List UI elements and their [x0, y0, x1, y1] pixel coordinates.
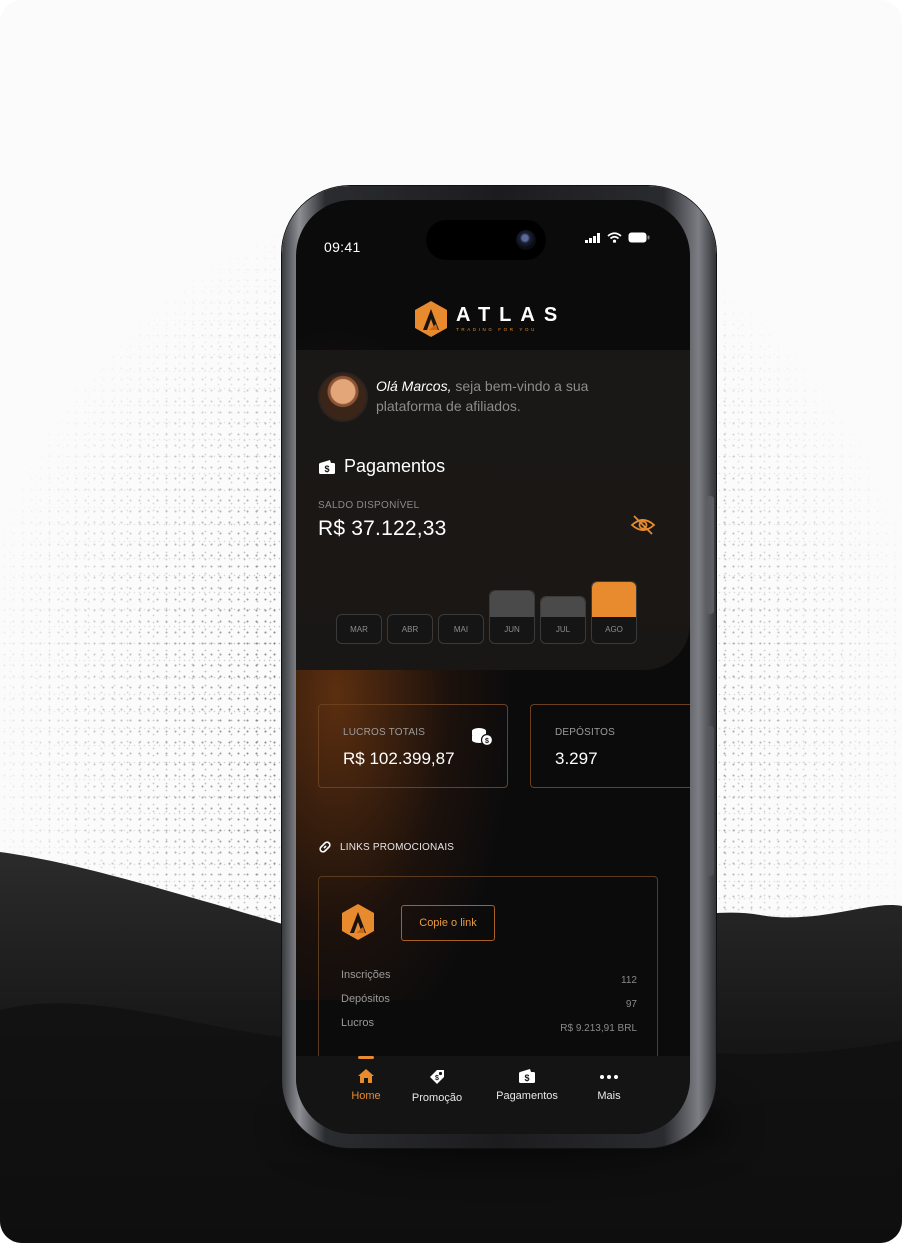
greeting-name: Olá Marcos,: [376, 378, 452, 394]
promo-links-title: LINKS PROMOCIONAIS: [318, 840, 454, 854]
atlas-logo-icon: [342, 904, 374, 940]
tab-payments[interactable]: $ Pagamentos: [482, 1068, 572, 1102]
phone-screen: 09:41 ATLAS TRADING FOR YOU Olá Marcos, …: [296, 200, 690, 1134]
greeting-text: Olá Marcos, seja bem-vindo a sua platafo…: [376, 376, 636, 416]
coins-icon: $: [472, 728, 493, 747]
row-label-deposits: Depósitos: [341, 993, 390, 1005]
month-bar-label: MAI: [453, 625, 469, 634]
wallet-icon: $: [519, 1069, 535, 1083]
balance-value: R$ 37.122,33: [318, 517, 447, 540]
tab-promotion[interactable]: $ Promoção: [392, 1068, 482, 1104]
status-icons: [585, 232, 650, 243]
month-bar-jun[interactable]: JUN: [489, 590, 535, 644]
month-bar-ago[interactable]: AGO: [591, 581, 637, 644]
svg-text:$: $: [524, 1073, 529, 1083]
row-value-profits: R$ 9.213,91 BRL: [560, 1023, 637, 1034]
monthly-bars: MAR ABR MAI JUN JUL AGO: [336, 572, 638, 644]
home-icon: [358, 1069, 374, 1083]
signal-icon: [585, 232, 600, 243]
promo-link-card: Copie o link Inscrições 112 Depósitos 97…: [318, 876, 658, 1066]
tag-icon: $: [430, 1070, 444, 1084]
balance-label: SALDO DISPONÍVEL: [318, 500, 420, 511]
month-bar-mai[interactable]: MAI: [438, 614, 484, 644]
copy-link-button[interactable]: Copie o link: [401, 905, 495, 941]
side-button: [706, 496, 714, 614]
month-bar-jul[interactable]: JUL: [540, 596, 586, 644]
month-bar-label: MAR: [350, 625, 368, 634]
month-bar-label: JUN: [504, 625, 520, 634]
svg-text:$: $: [485, 738, 489, 745]
volume-button: [706, 726, 714, 876]
payments-title-label: Pagamentos: [344, 456, 446, 476]
tab-payments-label: Pagamentos: [496, 1090, 558, 1102]
tab-active-indicator: [358, 1056, 374, 1059]
month-bar-abr[interactable]: ABR: [387, 614, 433, 644]
deposits-label: DEPÓSITOS: [555, 727, 615, 738]
deposits-value: 3.297: [555, 749, 598, 768]
more-icon: [600, 1075, 618, 1079]
link-icon: [319, 841, 331, 853]
row-label-signups: Inscrições: [341, 969, 391, 981]
battery-icon: [628, 232, 650, 243]
month-bar-mar[interactable]: MAR: [336, 614, 382, 644]
tab-home-label: Home: [351, 1090, 381, 1102]
dynamic-island: [426, 220, 546, 260]
row-value-deposits: 97: [625, 999, 637, 1010]
wallet-icon: $: [319, 459, 335, 474]
brand-tagline: TRADING FOR YOU: [456, 327, 537, 332]
payments-title: $ Pagamentos: [318, 456, 445, 477]
payments-card: Olá Marcos, seja bem-vindo a sua platafo…: [296, 350, 690, 670]
promo-links-title-label: LINKS PROMOCIONAIS: [340, 841, 455, 853]
month-bar-fill: [592, 582, 636, 617]
row-value-signups: 112: [621, 975, 637, 986]
month-bar-label: ABR: [401, 625, 419, 634]
profits-value: R$ 102.399,87: [343, 749, 455, 768]
brand-logo: ATLAS TRADING FOR YOU: [414, 300, 566, 338]
status-time: 09:41: [324, 239, 361, 255]
deposits-card: DEPÓSITOS 3.297: [530, 704, 690, 788]
svg-text:$: $: [324, 464, 329, 474]
tab-more-label: Mais: [597, 1090, 621, 1102]
month-bar-fill: [490, 591, 534, 617]
brand-name: ATLAS: [456, 304, 567, 326]
tab-more[interactable]: Mais: [564, 1068, 654, 1102]
profits-label: LUCROS TOTAIS: [343, 727, 426, 738]
svg-text:$: $: [435, 1075, 439, 1082]
camera-icon: [516, 230, 536, 250]
avatar[interactable]: [318, 372, 368, 422]
month-bar-label: AGO: [605, 625, 623, 634]
profits-card: LUCROS TOTAIS R$ 102.399,87 $: [318, 704, 508, 788]
tab-promotion-label: Promoção: [411, 1092, 463, 1104]
tab-bar: Home $ Promoção $ Pagamentos Mais: [296, 1056, 690, 1134]
month-bar-fill: [541, 597, 585, 617]
row-label-profits: Lucros: [341, 1017, 375, 1029]
month-bar-label: JUL: [555, 625, 571, 634]
atlas-logo-icon: [415, 301, 447, 337]
wifi-icon: [607, 232, 622, 243]
eye-off-icon[interactable]: [630, 514, 656, 536]
